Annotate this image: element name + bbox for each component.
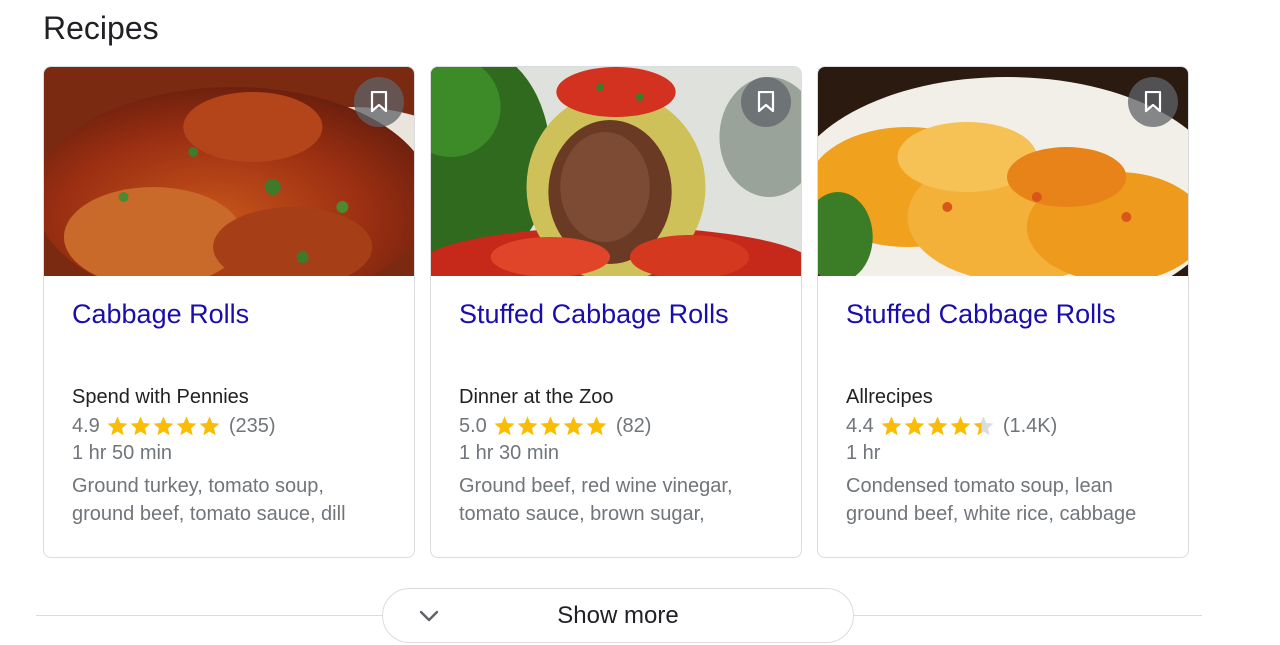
recipe-title-link[interactable]: Cabbage Rolls [72, 299, 249, 329]
star-icon [153, 416, 174, 436]
rating-row: 5.0 (82) [459, 412, 773, 440]
star-icon [927, 416, 948, 436]
review-count: (1.4K) [1002, 415, 1058, 437]
star-icon [494, 416, 515, 436]
star-icon [950, 416, 971, 436]
divider-left [36, 615, 383, 616]
star-icon [107, 416, 128, 436]
recipe-title[interactable]: Cabbage Rolls [72, 296, 386, 370]
bookmark-icon [757, 91, 775, 113]
bookmark-icon [370, 91, 388, 113]
recipe-title[interactable]: Stuffed Cabbage Rolls [459, 296, 773, 370]
star-icon [176, 416, 197, 436]
show-more-label: Show more [557, 602, 679, 629]
section-title: Recipes [43, 10, 159, 46]
star-icon [586, 416, 607, 436]
star-icon [973, 416, 994, 436]
rating-value: 4.9 [72, 415, 100, 437]
star-rating [106, 415, 221, 437]
review-count: (235) [228, 415, 276, 437]
save-recipe-button[interactable] [741, 77, 791, 127]
recipe-image[interactable] [818, 67, 1188, 276]
recipe-carousel: Cabbage Rolls Spend with Pennies 4.9 (23… [43, 66, 1189, 558]
star-icon [130, 416, 151, 436]
rating-value: 4.4 [846, 415, 874, 437]
recipe-source: Allrecipes [846, 386, 933, 408]
recipe-card[interactable]: Stuffed Cabbage Rolls Allrecipes 4.4 (1.… [817, 66, 1189, 558]
divider-right [854, 615, 1202, 616]
ingredients: Condensed tomato soup, lean ground beef,… [846, 475, 1137, 525]
star-icon [199, 416, 220, 436]
star-icon [563, 416, 584, 436]
cook-time: 1 hr 50 min [72, 442, 173, 464]
bookmark-icon [1144, 91, 1162, 113]
show-more-button[interactable]: Show more [382, 588, 854, 643]
save-recipe-button[interactable] [1128, 77, 1178, 127]
save-recipe-button[interactable] [354, 77, 404, 127]
recipe-source: Spend with Pennies [72, 386, 249, 408]
ingredients: Ground turkey, tomato soup, ground beef,… [72, 475, 346, 525]
star-icon [517, 416, 538, 436]
recipe-card[interactable]: Cabbage Rolls Spend with Pennies 4.9 (23… [43, 66, 415, 558]
star-rating [880, 415, 995, 437]
recipe-title-link[interactable]: Stuffed Cabbage Rolls [459, 299, 729, 329]
recipe-card[interactable]: Stuffed Cabbage Rolls Dinner at the Zoo … [430, 66, 802, 558]
cook-time: 1 hr [846, 442, 881, 464]
star-icon [904, 416, 925, 436]
rating-row: 4.9 (235) [72, 412, 386, 440]
recipe-image[interactable] [431, 67, 801, 276]
rating-row: 4.4 (1.4K) [846, 412, 1160, 440]
star-icon [881, 416, 902, 436]
review-count: (82) [615, 415, 652, 437]
recipe-title-link[interactable]: Stuffed Cabbage Rolls [846, 299, 1116, 329]
star-rating [493, 415, 608, 437]
cook-time: 1 hr 30 min [459, 442, 560, 464]
star-icon [540, 416, 561, 436]
recipe-image[interactable] [44, 67, 414, 276]
rating-value: 5.0 [459, 415, 487, 437]
ingredients: Ground beef, red wine vinegar, tomato sa… [459, 475, 733, 525]
recipe-title[interactable]: Stuffed Cabbage Rolls [846, 296, 1160, 370]
recipe-source: Dinner at the Zoo [459, 386, 614, 408]
